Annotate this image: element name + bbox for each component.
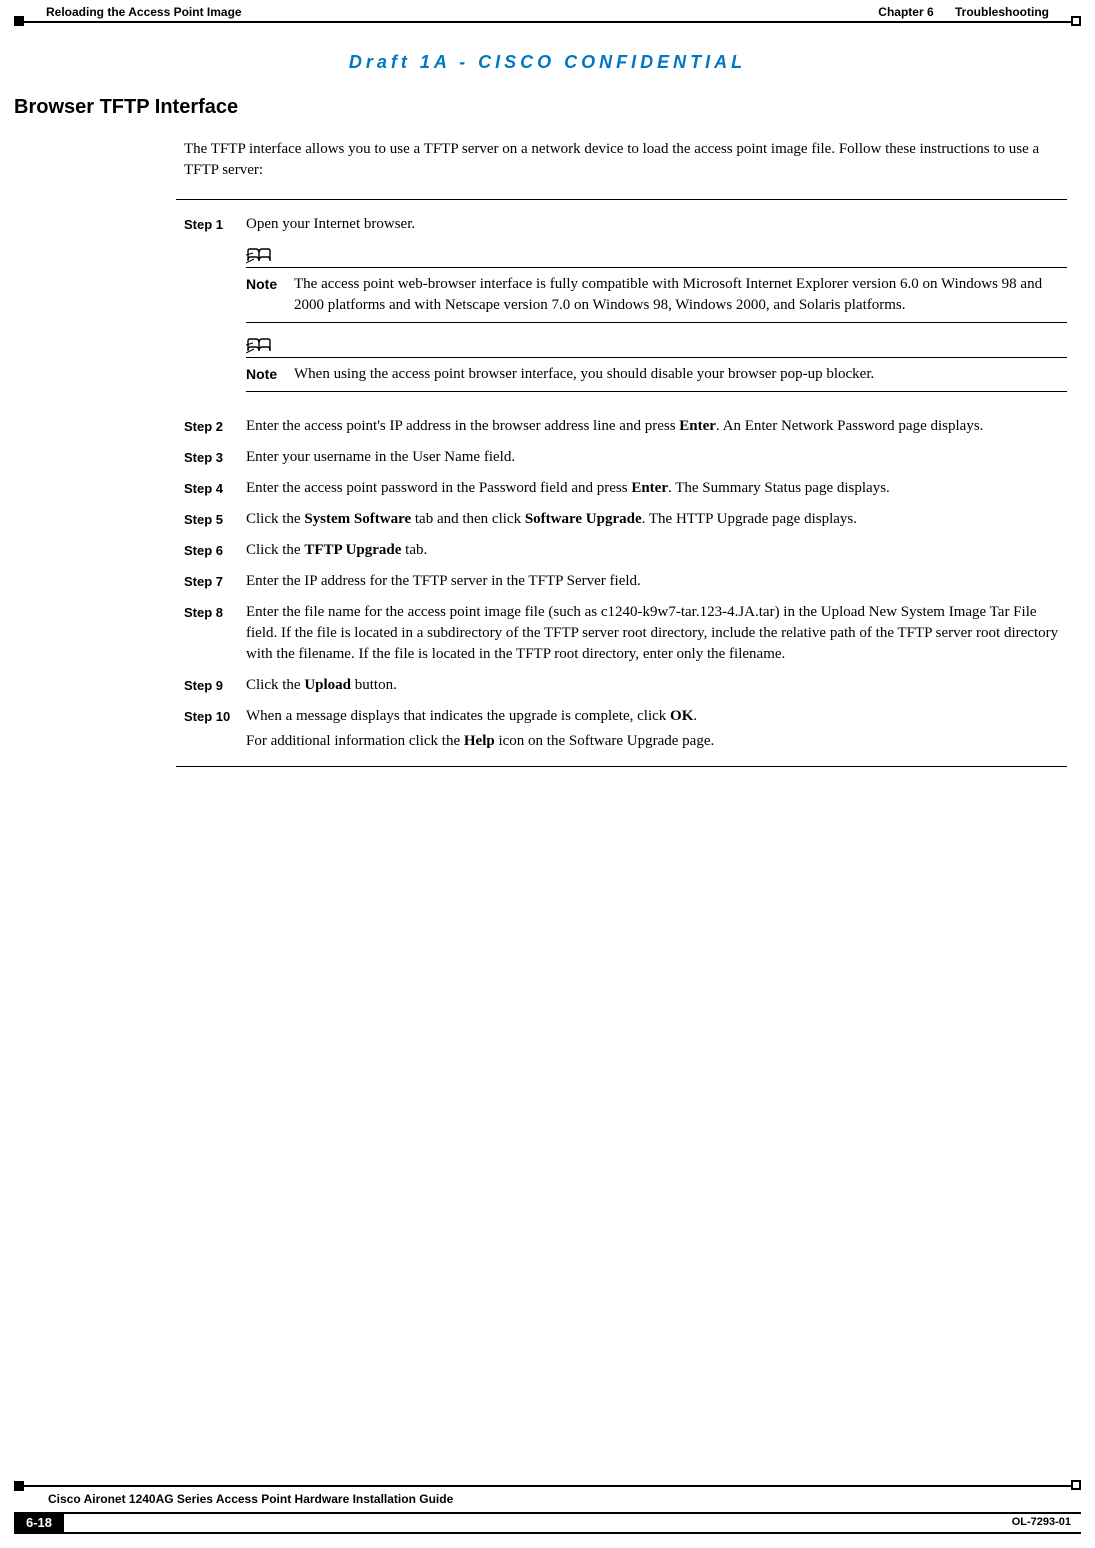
- bold-frag: TFTP Upgrade: [304, 542, 401, 558]
- note-block: Note The access point web-browser interf…: [246, 247, 1067, 323]
- step-text: Enter the IP address for the TFTP server…: [246, 571, 1067, 592]
- footer-bar: 6-18 OL-7293-01: [14, 1512, 1081, 1534]
- text-frag: . An Enter Network Password page display…: [716, 418, 983, 434]
- step-label: Step 5: [184, 509, 246, 530]
- step-label: Step 7: [184, 571, 246, 592]
- text-frag: When a message displays that indicates t…: [246, 708, 670, 724]
- running-head-right: Chapter 6 Troubleshooting: [878, 4, 1049, 21]
- step-7: Step 7 Enter the IP address for the TFTP…: [184, 571, 1067, 592]
- section-heading: Browser TFTP Interface: [14, 93, 1095, 121]
- text-frag: For additional information click the: [246, 733, 464, 749]
- header-rule: [22, 21, 1073, 23]
- step-text: Click the System Software tab and then c…: [246, 509, 1067, 530]
- confidential-banner: Draft 1A - CISCO CONFIDENTIAL: [0, 50, 1095, 75]
- bold-frag: OK: [670, 708, 693, 724]
- chapter-number: Chapter 6: [878, 5, 933, 19]
- running-head-left: Reloading the Access Point Image: [46, 4, 242, 21]
- bold-frag: Help: [464, 733, 495, 749]
- step-text: Click the TFTP Upgrade tab.: [246, 540, 1067, 561]
- bold-frag: Upload: [304, 677, 351, 693]
- intro-paragraph: The TFTP interface allows you to use a T…: [184, 139, 1067, 181]
- text-frag: Enter the access point password in the P…: [246, 480, 631, 496]
- note-icon: [246, 337, 272, 355]
- step-post-text: For additional information click the Hel…: [246, 731, 1067, 752]
- step-3: Step 3 Enter your username in the User N…: [184, 447, 1067, 468]
- note-text: When using the access point browser inte…: [294, 364, 1067, 385]
- note-icon: [246, 247, 272, 265]
- text-frag: . The Summary Status page displays.: [668, 480, 890, 496]
- step-label: Step 10: [184, 706, 246, 752]
- note-label: Note: [246, 364, 294, 385]
- note-text: The access point web-browser interface i…: [294, 274, 1067, 316]
- step-4: Step 4 Enter the access point password i…: [184, 478, 1067, 499]
- step-label: Step 8: [184, 602, 246, 665]
- text-frag: . The HTTP Upgrade page displays.: [642, 511, 857, 527]
- step-label: Step 4: [184, 478, 246, 499]
- text-frag: Click the: [246, 542, 304, 558]
- page-footer: Cisco Aironet 1240AG Series Access Point…: [14, 1485, 1081, 1534]
- step-text: Enter your username in the User Name fie…: [246, 447, 1067, 468]
- step-label: Step 9: [184, 675, 246, 696]
- step-body: Open your Internet browser.: [246, 216, 415, 232]
- page-header: Reloading the Access Point Image Chapter…: [14, 0, 1081, 26]
- footer-marker-right: [1071, 1480, 1081, 1490]
- step-text: Open your Internet browser. Note The acc…: [246, 214, 1067, 406]
- step-text: Enter the access point password in the P…: [246, 478, 1067, 499]
- text-frag: Click the: [246, 677, 304, 693]
- step-5: Step 5 Click the System Software tab and…: [184, 509, 1067, 530]
- step-text: Enter the file name for the access point…: [246, 602, 1067, 665]
- step-2: Step 2 Enter the access point's IP addre…: [184, 416, 1067, 437]
- steps-end-rule: [176, 766, 1067, 767]
- step-text: Click the Upload button.: [246, 675, 1067, 696]
- footer-marker-left: [14, 1481, 24, 1491]
- page-number: 6-18: [14, 1512, 64, 1534]
- bold-frag: Enter: [679, 418, 716, 434]
- text-frag: tab and then click: [411, 511, 525, 527]
- text-frag: tab.: [401, 542, 427, 558]
- footer-rule: [22, 1485, 1073, 1487]
- footer-guide-title: Cisco Aironet 1240AG Series Access Point…: [14, 1487, 1081, 1512]
- step-text: When a message displays that indicates t…: [246, 706, 1067, 752]
- chapter-title: Troubleshooting: [955, 5, 1049, 19]
- step-label: Step 1: [184, 214, 246, 406]
- step-9: Step 9 Click the Upload button.: [184, 675, 1067, 696]
- note-block: Note When using the access point browser…: [246, 337, 1067, 392]
- footer-spacer: [64, 1512, 1002, 1534]
- bold-frag: Software Upgrade: [525, 511, 642, 527]
- step-label: Step 3: [184, 447, 246, 468]
- document-number: OL-7293-01: [1002, 1512, 1081, 1534]
- text-frag: .: [693, 708, 697, 724]
- step-label: Step 6: [184, 540, 246, 561]
- text-frag: Click the: [246, 511, 304, 527]
- steps-start-rule: [176, 199, 1067, 200]
- step-10: Step 10 When a message displays that ind…: [184, 706, 1067, 752]
- step-6: Step 6 Click the TFTP Upgrade tab.: [184, 540, 1067, 561]
- step-label: Step 2: [184, 416, 246, 437]
- bold-frag: System Software: [304, 511, 411, 527]
- step-1: Step 1 Open your Internet browser. Note …: [184, 214, 1067, 406]
- body-column: The TFTP interface allows you to use a T…: [184, 139, 1067, 767]
- text-frag: button.: [351, 677, 397, 693]
- step-text: Enter the access point's IP address in t…: [246, 416, 1067, 437]
- bold-frag: Enter: [631, 480, 668, 496]
- text-frag: icon on the Software Upgrade page.: [495, 733, 715, 749]
- step-8: Step 8 Enter the file name for the acces…: [184, 602, 1067, 665]
- text-frag: Enter the access point's IP address in t…: [246, 418, 679, 434]
- note-label: Note: [246, 274, 294, 316]
